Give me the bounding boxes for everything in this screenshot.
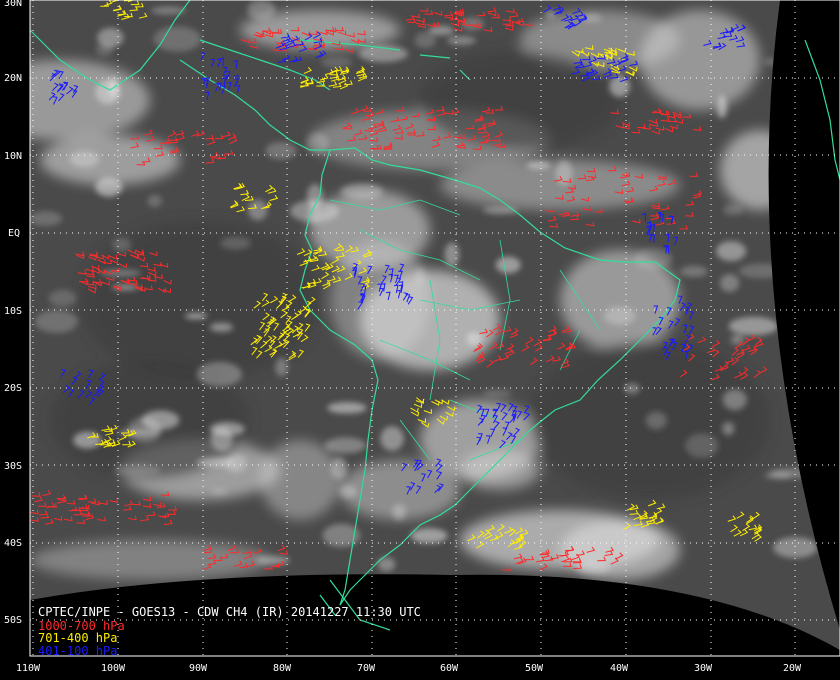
- lat-label-30s: 30S: [4, 461, 22, 472]
- cloud-speck: [209, 422, 245, 436]
- lon-label-90w: 90W: [189, 663, 208, 674]
- cloud-speck: [147, 194, 162, 208]
- cloud-speck: [685, 433, 719, 458]
- cloud-speck: [210, 488, 228, 496]
- legend-mid-level: 701-400 hPa: [38, 631, 117, 645]
- lon-label-110w: 110W: [16, 663, 41, 674]
- cloud-speck: [722, 389, 747, 411]
- cloud-speck: [153, 26, 202, 52]
- cloud-speck: [680, 265, 708, 278]
- cloud-speck: [48, 289, 77, 307]
- cloud-speck: [719, 273, 740, 293]
- lon-label-100w: 100W: [101, 663, 126, 674]
- cloud-speck: [324, 437, 366, 454]
- cloud-speck: [428, 25, 455, 36]
- lon-label-40w: 40W: [610, 663, 629, 674]
- cloud-speck: [495, 256, 521, 274]
- cloud-speck: [321, 57, 352, 68]
- cloud-speck: [289, 200, 339, 223]
- lat-label-30n: 30N: [4, 0, 22, 9]
- cloud-speck: [220, 236, 251, 250]
- lon-label-50w: 50W: [525, 663, 544, 674]
- cloud-speck: [482, 389, 513, 398]
- cloud-speck: [114, 464, 161, 476]
- cloud-speck: [196, 361, 243, 387]
- cloud-speck: [247, 199, 268, 221]
- lat-label-20n: 20N: [4, 73, 22, 84]
- cloud-speck: [730, 335, 745, 345]
- map-title: CPTEC/INPE - GOES13 - CDW CH4 (IR) 20141…: [38, 605, 421, 619]
- cloud-speck: [722, 421, 735, 436]
- cloud-patch: [560, 520, 680, 580]
- lat-label-20s: 20S: [4, 383, 22, 394]
- lon-label-30w: 30W: [694, 663, 713, 674]
- cloud-speck: [127, 417, 162, 443]
- cloud-speck: [716, 95, 728, 119]
- cloud-speck: [275, 357, 288, 377]
- cloud-speck: [100, 269, 141, 277]
- cloud-speck: [69, 150, 100, 168]
- cloud-speck: [327, 402, 367, 414]
- cloud-speck: [256, 555, 290, 565]
- lat-label-eq: EQ: [8, 228, 20, 239]
- cloud-speck: [196, 457, 235, 468]
- cloud-speck: [716, 241, 746, 262]
- cloud-speck: [526, 161, 551, 170]
- cloud-speck: [30, 211, 63, 227]
- cloud-speck: [184, 312, 208, 320]
- lat-label-50s: 50S: [4, 615, 22, 626]
- cloud-speck: [728, 316, 779, 336]
- cloud-speck: [34, 310, 78, 333]
- cloud-speck: [340, 183, 384, 199]
- cloud-speck: [414, 266, 426, 286]
- cloud-speck: [339, 485, 357, 498]
- cloud-speck: [306, 132, 329, 155]
- cloud-speck: [624, 383, 640, 394]
- cloud-speck: [645, 411, 667, 430]
- lon-label-80w: 80W: [273, 663, 292, 674]
- cloud-speck: [414, 32, 436, 49]
- cloud-speck: [95, 43, 114, 56]
- lat-label-10s: 10S: [4, 306, 22, 317]
- cloud-speck: [247, 0, 276, 21]
- lon-label-70w: 70W: [357, 663, 376, 674]
- lon-label-20w: 20W: [783, 663, 802, 674]
- cloud-speck: [392, 504, 407, 521]
- cloud-speck: [444, 242, 460, 267]
- cloud-speck: [265, 142, 297, 160]
- cloud-speck: [330, 457, 348, 480]
- cloud-speck: [209, 322, 234, 332]
- cloud-speck: [447, 35, 476, 46]
- lon-label-60w: 60W: [440, 663, 459, 674]
- cloud-speck: [722, 204, 743, 216]
- cloud-patch: [460, 450, 540, 490]
- lat-label-40s: 40S: [4, 538, 22, 549]
- satellite-wind-map: 30N 20N 10N EQ 10S 20S 30S 40S 50S 110W …: [0, 0, 840, 680]
- cloud-speck: [604, 306, 636, 325]
- lat-label-10n: 10N: [4, 151, 22, 162]
- cloud-speck: [380, 426, 404, 451]
- cloud-speck: [410, 528, 448, 544]
